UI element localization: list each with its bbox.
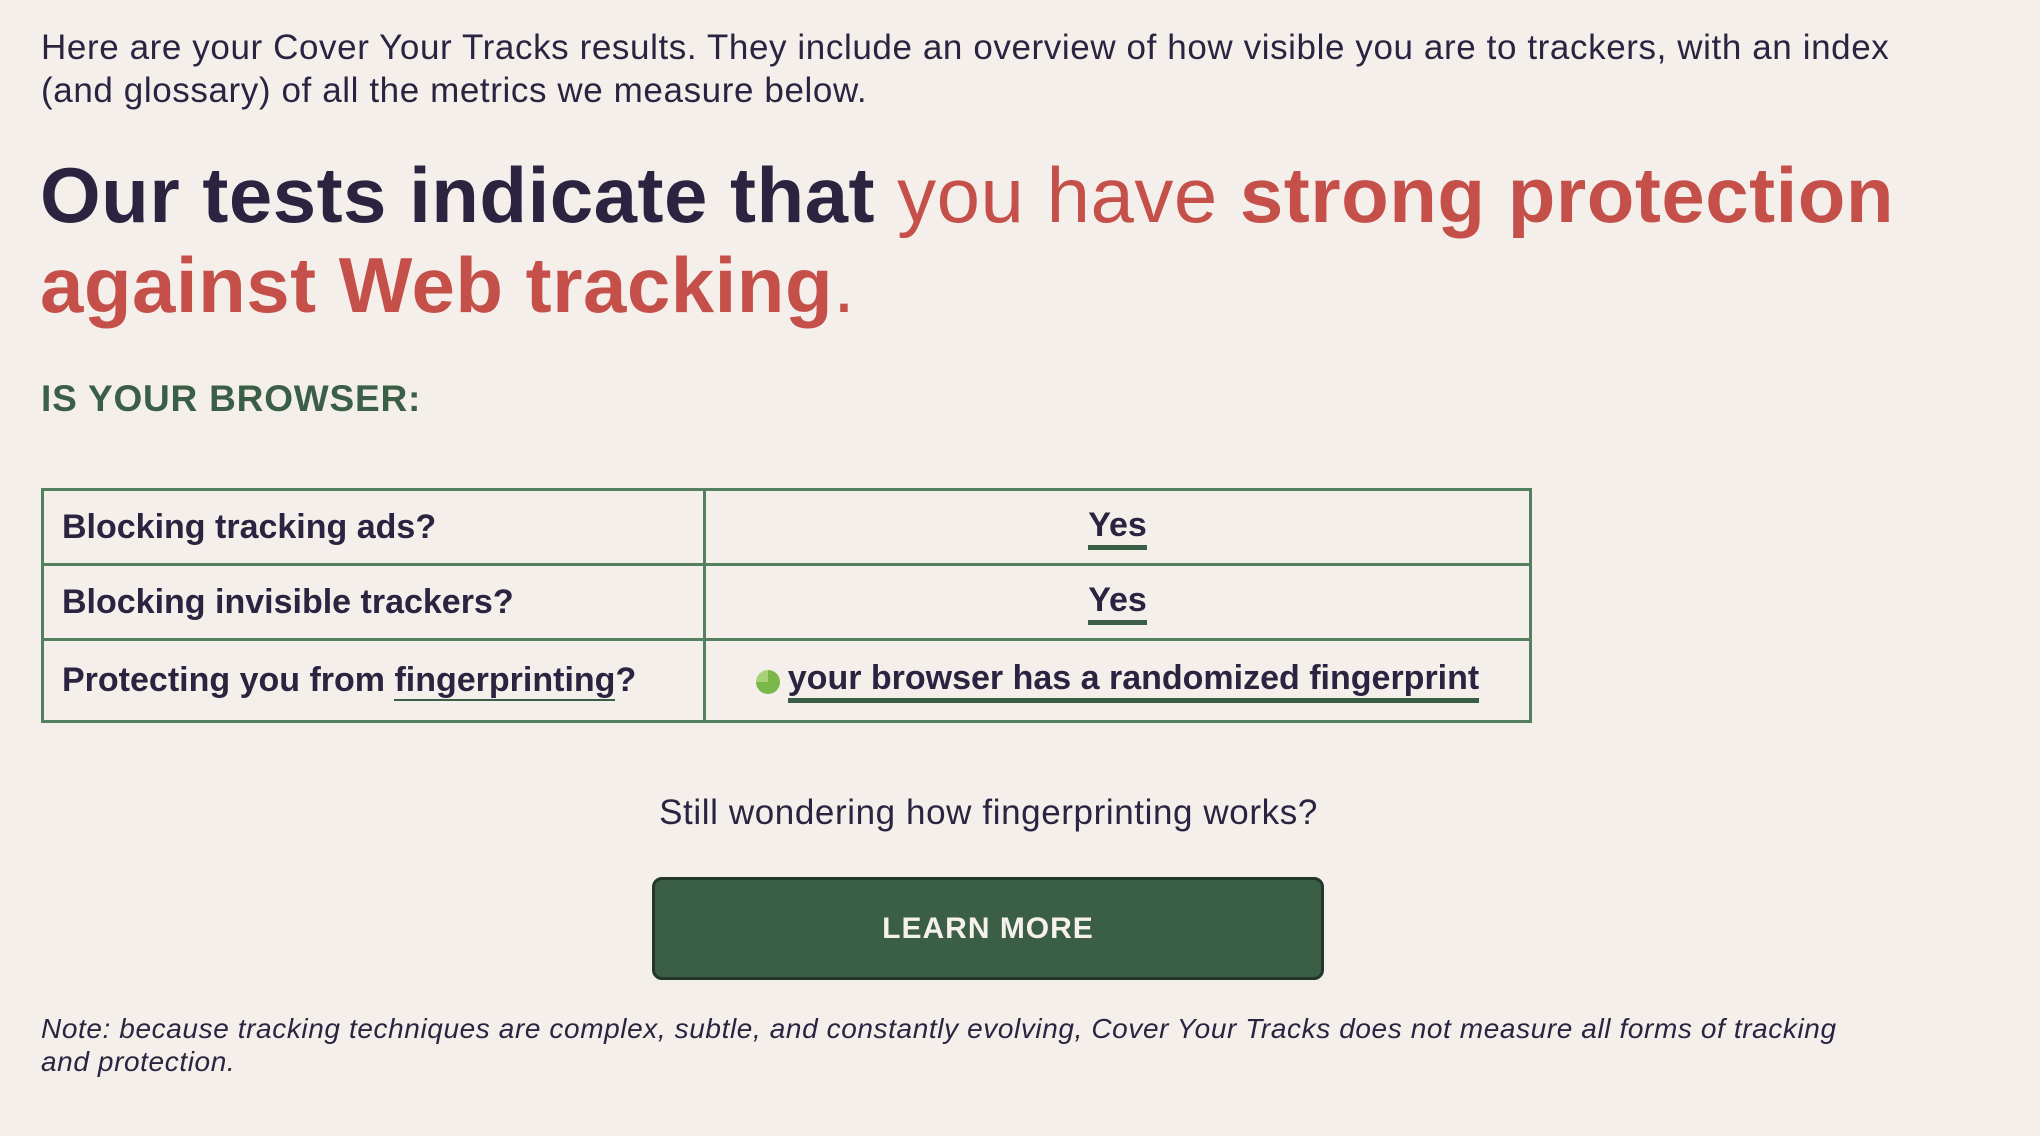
fingerprinting-link[interactable]: fingerprinting (394, 661, 616, 701)
intro-text: Here are your Cover Your Tracks results.… (41, 28, 1890, 110)
results-page: Here are your Cover Your Tracks results.… (0, 0, 2040, 1136)
answer-link-trackers[interactable]: Yes (1088, 580, 1147, 625)
answer-cell: Yes (703, 563, 1532, 641)
question-suffix: ? (615, 661, 637, 699)
result-headline: Our tests indicate that you have strong … (40, 150, 2000, 330)
note-text: Note: because tracking techniques are co… (41, 1013, 1837, 1077)
question-cell: Blocking tracking ads? (41, 488, 706, 566)
table-row: Blocking tracking ads? Yes (41, 488, 1532, 566)
table-row: Blocking invisible trackers? Yes (41, 563, 1532, 641)
wonder-text: Still wondering how fingerprinting works… (659, 793, 1318, 832)
results-table: Blocking tracking ads? Yes Blocking invi… (41, 488, 1532, 723)
table-row: Protecting you from fingerprinting? your… (41, 638, 1532, 723)
fingerprint-answer[interactable]: your browser has a randomized fingerprin… (755, 658, 1480, 703)
headline-lead: Our tests indicate that (40, 151, 898, 239)
headline-end: . (833, 241, 856, 329)
answer-link-fingerprint[interactable]: your browser has a randomized fingerprin… (787, 658, 1480, 703)
question-prefix: Protecting you from (62, 661, 395, 699)
partial-circle-icon (755, 669, 780, 694)
headline-light: you have (897, 151, 1240, 239)
question-cell: Protecting you from fingerprinting? (41, 638, 706, 723)
learn-more-button[interactable]: LEARN MORE (652, 877, 1324, 980)
question-cell: Blocking invisible trackers? (41, 563, 706, 641)
answer-cell: Yes (703, 488, 1532, 566)
answer-cell: your browser has a randomized fingerprin… (703, 638, 1532, 723)
answer-link-ads[interactable]: Yes (1088, 505, 1147, 550)
section-label: IS YOUR BROWSER: (41, 378, 422, 419)
